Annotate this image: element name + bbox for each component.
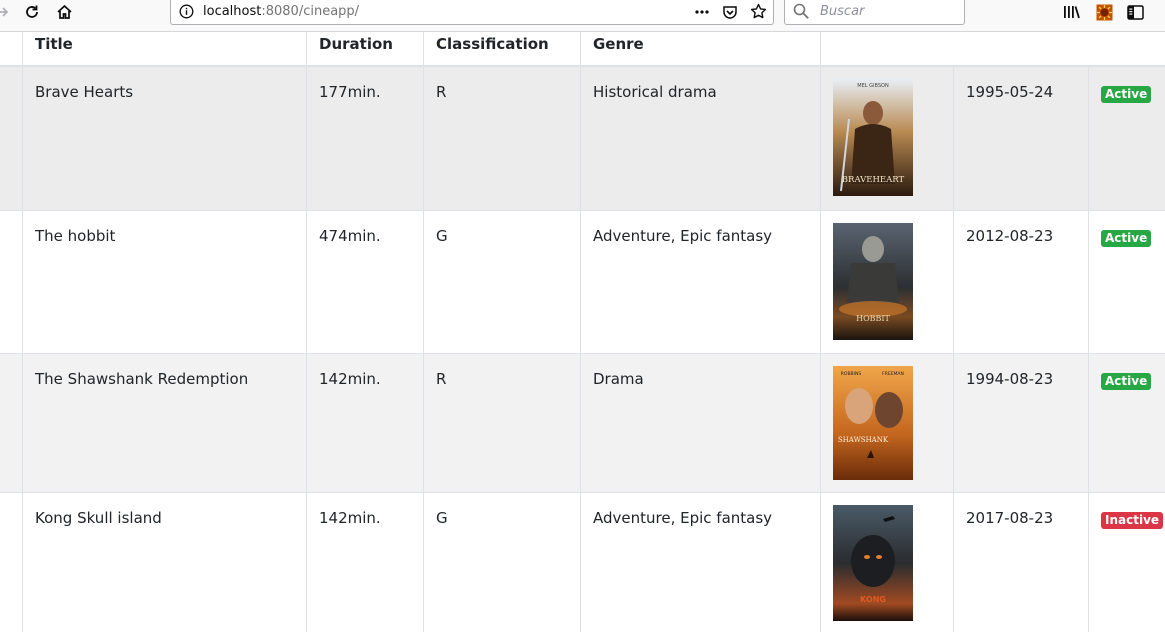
search-bar[interactable]: Buscar — [784, 0, 965, 25]
table-row[interactable]: Brave Hearts 177min. R Historical drama … — [0, 67, 1165, 210]
column-header-empty — [820, 32, 953, 65]
movie-duration: 142min. — [306, 354, 423, 492]
movie-duration: 142min. — [306, 493, 423, 632]
search-icon — [793, 3, 810, 24]
release-date: 1994-08-23 — [953, 354, 1088, 492]
column-header-classification: Classification — [423, 32, 580, 65]
poster-actor-text: FREEMAN — [882, 371, 904, 377]
movie-duration: 474min. — [306, 211, 423, 353]
column-header-genre: Genre — [580, 32, 820, 65]
movie-genre: Historical drama — [580, 67, 820, 210]
more-icon[interactable] — [694, 4, 710, 24]
movie-duration: 177min. — [306, 67, 423, 210]
movie-poster: HOBBIT — [833, 223, 913, 340]
info-icon[interactable] — [179, 4, 194, 23]
column-header-duration: Duration — [306, 32, 423, 65]
poster-title-text: KONG — [860, 595, 886, 604]
table-header-row: Title Duration Classification Genre — [0, 32, 1165, 67]
movie-classification: R — [423, 354, 580, 492]
movie-genre: Adventure, Epic fantasy — [580, 493, 820, 632]
url-host: localhost — [203, 4, 262, 19]
movie-title: The hobbit — [22, 211, 306, 353]
movie-genre: Drama — [580, 354, 820, 492]
status-badge: Active — [1101, 86, 1152, 103]
movie-classification: G — [423, 211, 580, 353]
pocket-icon[interactable] — [722, 4, 738, 24]
reload-icon[interactable] — [22, 0, 42, 24]
column-header-title: Title — [22, 32, 306, 65]
poster-title-text: HOBBIT — [856, 314, 890, 323]
table-row[interactable]: Kong Skull island 142min. G Adventure, E… — [0, 492, 1165, 632]
browser-toolbar: localhost:8080/cineapp/ Buscar — [0, 0, 1165, 32]
poster-title-text: BRAVEHEART — [842, 175, 905, 185]
movie-title: The Shawshank Redemption — [22, 354, 306, 492]
release-date: 2012-08-23 — [953, 211, 1088, 353]
home-icon[interactable] — [54, 0, 74, 24]
movie-title: Brave Hearts — [22, 67, 306, 210]
poster-title-text: SHAWSHANK — [838, 436, 889, 444]
table-row[interactable]: The hobbit 474min. G Adventure, Epic fan… — [0, 210, 1165, 353]
extension-icon[interactable] — [1094, 0, 1114, 24]
release-date: 1995-05-24 — [953, 67, 1088, 210]
forward-arrow-icon[interactable] — [0, 0, 10, 24]
poster-actor-text: ROBBINS — [841, 371, 862, 377]
poster-actor-text: MEL GIBSON — [857, 83, 889, 89]
sidebar-icon[interactable] — [1125, 0, 1145, 24]
movie-genre: Adventure, Epic fantasy — [580, 211, 820, 353]
search-input[interactable]: Buscar — [820, 4, 864, 19]
star-icon[interactable] — [750, 3, 767, 24]
release-date: 2017-08-23 — [953, 493, 1088, 632]
movie-classification: G — [423, 493, 580, 632]
movie-classification: R — [423, 67, 580, 210]
movie-poster: KONG — [833, 505, 913, 621]
status-badge: Inactive — [1101, 512, 1164, 529]
table-row[interactable]: The Shawshank Redemption 142min. R Drama… — [0, 353, 1165, 492]
url-bar[interactable]: localhost:8080/cineapp/ — [170, 0, 774, 25]
url-text: localhost:8080/cineapp/ — [203, 4, 359, 19]
library-icon[interactable] — [1062, 0, 1082, 24]
status-badge: Active — [1101, 373, 1152, 390]
movie-title: Kong Skull island — [22, 493, 306, 632]
status-badge: Active — [1101, 230, 1152, 247]
url-path: :8080/cineapp/ — [261, 4, 360, 19]
movie-poster: MEL GIBSON BRAVEHEART — [833, 79, 913, 196]
movie-poster: ROBBINS FREEMAN SHAWSHANK — [833, 366, 913, 480]
